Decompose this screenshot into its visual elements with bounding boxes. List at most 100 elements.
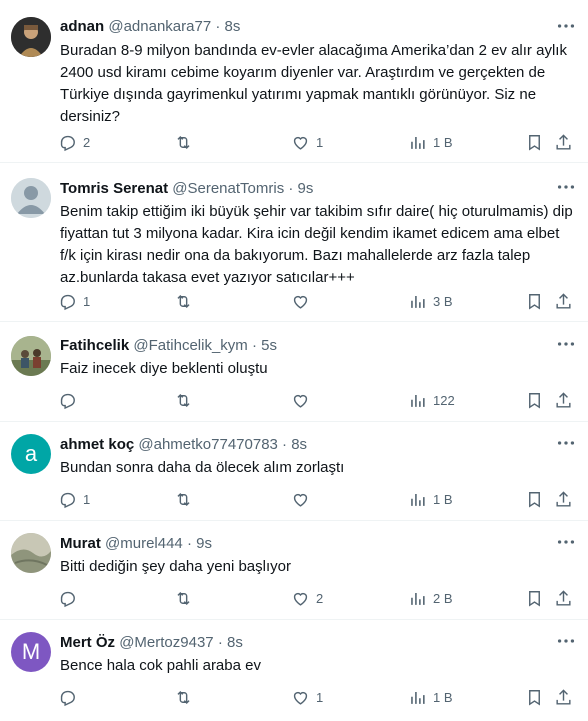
bookmark-button[interactable] — [525, 125, 544, 159]
timestamp[interactable]: 9s — [298, 180, 314, 197]
author-handle[interactable]: @Mertoz9437 — [119, 634, 213, 651]
like-button[interactable]: 1 — [291, 125, 323, 159]
retweet-button[interactable] — [174, 125, 199, 159]
timestamp[interactable]: 9s — [196, 535, 212, 552]
more-options-icon[interactable] — [555, 333, 577, 355]
bookmark-button[interactable] — [525, 680, 544, 714]
separator-dot: · — [186, 535, 192, 552]
view-count: 1 B — [433, 491, 453, 507]
more-options-icon[interactable] — [555, 15, 577, 37]
views-button[interactable]: 1 B — [408, 482, 453, 516]
share-icon — [556, 490, 571, 507]
retweet-button[interactable] — [174, 482, 199, 516]
views-button[interactable]: 1 B — [408, 125, 453, 159]
like-button[interactable] — [291, 284, 316, 318]
avatar[interactable]: M — [11, 632, 51, 672]
profile-photo-icon — [11, 533, 51, 573]
analytics-icon — [411, 592, 425, 605]
avatar[interactable] — [11, 533, 51, 573]
tweet-header: adnan @adnankara77 · 8s — [60, 17, 538, 37]
tweet-header: ahmet koç @ahmetko77470783 · 8s — [60, 435, 538, 455]
tweet-text: Faiz inecek diye beklenti oluştu — [60, 360, 268, 377]
retweet-button[interactable] — [174, 581, 199, 615]
tweet[interactable]: Fatihcelik @Fatihcelik_kym · 5s Faiz ine… — [0, 322, 588, 422]
like-button[interactable]: 2 — [291, 581, 323, 615]
reply-count: 1 — [83, 491, 91, 507]
retweet-button[interactable] — [174, 383, 199, 417]
analytics-icon — [411, 394, 425, 407]
author-name[interactable]: ahmet koç — [60, 436, 134, 453]
bookmark-icon — [529, 392, 540, 409]
share-button[interactable] — [554, 383, 573, 417]
avatar[interactable]: a — [11, 434, 51, 474]
reply-button[interactable]: 1 — [58, 284, 90, 318]
more-options-icon[interactable] — [555, 630, 577, 652]
like-count: 1 — [316, 689, 324, 705]
author-name[interactable]: Murat — [60, 535, 101, 552]
tweet[interactable]: M Mert Öz @Mertoz9437 · 8s Bence hala co… — [0, 620, 588, 721]
timestamp[interactable]: 8s — [225, 18, 241, 35]
reply-button[interactable] — [58, 581, 83, 615]
bookmark-button[interactable] — [525, 383, 544, 417]
analytics-icon — [411, 295, 425, 308]
like-button[interactable] — [291, 482, 316, 516]
share-button[interactable] — [554, 284, 573, 318]
view-count: 1 B — [433, 689, 453, 705]
views-button[interactable]: 1 B — [408, 680, 453, 714]
reply-button[interactable] — [58, 680, 83, 714]
bookmark-icon — [529, 590, 540, 607]
more-options-icon[interactable] — [555, 531, 577, 553]
tweet[interactable]: Tomris Serenat @SerenatTomris · 9s Benim… — [0, 163, 588, 322]
bookmark-button[interactable] — [525, 284, 544, 318]
separator-dot: · — [288, 180, 294, 197]
bookmark-button[interactable] — [525, 581, 544, 615]
reply-count: 2 — [83, 134, 91, 150]
avatar[interactable] — [11, 178, 51, 218]
author-handle[interactable]: @Fatihcelik_kym — [133, 337, 247, 354]
timestamp[interactable]: 5s — [261, 337, 277, 354]
share-button[interactable] — [554, 125, 573, 159]
author-handle[interactable]: @murel444 — [105, 535, 183, 552]
like-button[interactable] — [291, 383, 316, 417]
more-options-icon[interactable] — [555, 432, 577, 454]
bookmark-button[interactable] — [525, 482, 544, 516]
bookmark-icon — [529, 689, 540, 706]
share-button[interactable] — [554, 680, 573, 714]
reply-button[interactable]: 2 — [58, 125, 90, 159]
like-button[interactable]: 1 — [291, 680, 323, 714]
action-bar: 122 — [53, 383, 588, 417]
author-handle[interactable]: @adnankara77 — [108, 18, 211, 35]
avatar-letter: a — [24, 441, 38, 466]
profile-photo-icon — [11, 17, 51, 57]
share-button[interactable] — [554, 482, 573, 516]
author-name[interactable]: Mert Öz — [60, 634, 115, 651]
bookmark-icon — [529, 293, 540, 310]
default-profile-icon — [11, 178, 51, 218]
timestamp[interactable]: 8s — [291, 436, 307, 453]
avatar[interactable] — [11, 17, 51, 57]
retweet-icon — [177, 135, 190, 149]
share-icon — [556, 292, 571, 309]
author-name[interactable]: adnan — [60, 18, 104, 35]
reply-icon — [60, 591, 75, 607]
tweet[interactable]: adnan @adnankara77 · 8s Buradan 8-9 mily… — [0, 0, 588, 163]
action-bar: 2 2 B — [53, 581, 588, 615]
views-button[interactable]: 3 B — [408, 284, 453, 318]
views-button[interactable]: 122 — [408, 383, 455, 417]
tweet[interactable]: a ahmet koç @ahmetko77470783 · 8s Bundan… — [0, 422, 588, 521]
author-handle[interactable]: @SerenatTomris — [172, 180, 284, 197]
retweet-button[interactable] — [174, 284, 199, 318]
author-name[interactable]: Fatihcelik — [60, 337, 129, 354]
retweet-icon — [177, 690, 190, 704]
avatar[interactable] — [11, 336, 51, 376]
views-button[interactable]: 2 B — [408, 581, 453, 615]
author-handle[interactable]: @ahmetko77470783 — [138, 436, 278, 453]
reply-button[interactable] — [58, 383, 83, 417]
timestamp[interactable]: 8s — [227, 634, 243, 651]
retweet-button[interactable] — [174, 680, 199, 714]
reply-button[interactable]: 1 — [58, 482, 90, 516]
author-name[interactable]: Tomris Serenat — [60, 180, 168, 197]
more-options-icon[interactable] — [555, 176, 577, 198]
tweet[interactable]: Murat @murel444 · 9s Bitti dediğin şey d… — [0, 521, 588, 620]
share-button[interactable] — [554, 581, 573, 615]
